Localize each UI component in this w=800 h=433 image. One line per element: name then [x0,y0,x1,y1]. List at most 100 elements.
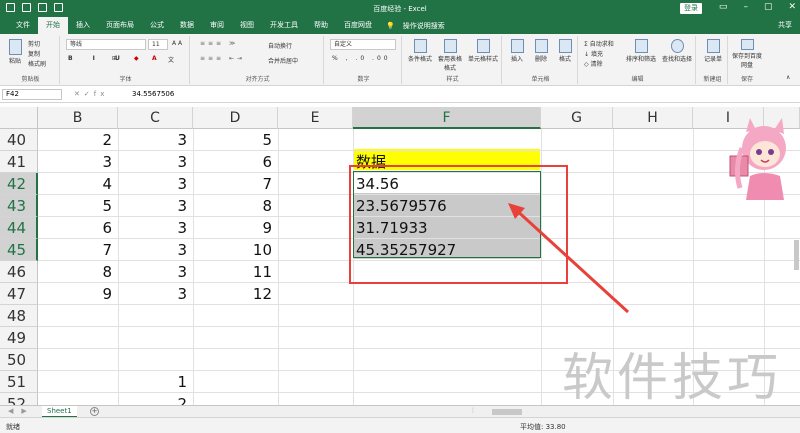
font-size-select[interactable]: 11 [148,39,168,50]
row-header[interactable]: 41 [0,151,38,173]
cell-b42[interactable]: 4 [38,173,118,195]
row-header[interactable]: 43 [0,195,38,217]
select-all-corner[interactable] [0,107,38,129]
cell-d44[interactable]: 9 [193,217,278,239]
wrap-text-button[interactable]: 自动换行 [268,41,292,50]
tab-formulas[interactable]: 公式 [142,17,172,34]
cell-b43[interactable]: 5 [38,195,118,217]
phonetic-icon[interactable]: 文 [168,55,174,64]
cut-button[interactable]: 剪切 [28,39,40,48]
row-header[interactable]: 48 [0,305,38,327]
collapse-ribbon-icon[interactable]: ∧ [786,74,790,81]
column-header-e[interactable]: E [278,107,353,129]
number-format-select[interactable]: 自定义 [330,39,396,50]
cell-d45[interactable]: 10 [193,239,278,261]
format-cells-button[interactable]: 格式 [554,39,576,63]
tab-review[interactable]: 审阅 [202,17,232,34]
borders-icon[interactable]: ⊞ [112,55,117,62]
ribbon-options-icon[interactable]: ▭ [719,2,728,12]
number-format-icons[interactable]: % , .0 .00 [332,55,391,62]
column-header-c[interactable]: C [118,107,193,129]
tab-file[interactable]: 文件 [8,17,38,34]
cell-styles-button[interactable]: 单元格样式 [466,39,500,63]
clear-button[interactable]: ◇ 清除 [584,59,603,68]
table-format-button[interactable]: 套用表格格式 [436,39,464,72]
column-header-b[interactable]: B [38,107,118,129]
row-header[interactable]: 49 [0,327,38,349]
font-name-select[interactable]: 等线 [66,39,146,50]
format-painter-button[interactable]: 格式刷 [28,59,46,68]
font-color-button-icon[interactable]: A [152,55,157,62]
name-box[interactable]: F42 [2,89,62,100]
formula-input[interactable]: 34.5567506 [132,90,174,98]
row-header[interactable]: 42 [0,173,38,195]
horizontal-scrollbar[interactable] [492,409,522,415]
close-icon[interactable]: ✕ [788,2,796,12]
save-to-baidu-button[interactable]: 保存到百度网盘 [730,39,764,69]
cell-b45[interactable]: 7 [38,239,118,261]
vertical-align-icons[interactable]: ≡≡≡ ≫ [200,40,238,47]
tab-baidu-disk[interactable]: 百度网盘 [336,17,380,34]
tab-developer[interactable]: 开发工具 [262,17,306,34]
autosum-button[interactable]: Σ 自动求和 [584,39,614,48]
cell-b46[interactable]: 8 [38,261,118,283]
delete-cells-button[interactable]: 删除 [530,39,552,63]
copy-button[interactable]: 复制 [28,49,40,58]
column-header-g[interactable]: G [541,107,613,129]
column-header-h[interactable]: H [613,107,693,129]
fill-color-icon[interactable]: ◆ [134,55,139,62]
sheet-nav-arrows[interactable]: ◀▶ [8,407,35,415]
cell-b44[interactable]: 6 [38,217,118,239]
paste-button[interactable]: 粘贴 [6,39,24,65]
row-header[interactable]: 50 [0,349,38,371]
cell-d40[interactable]: 5 [193,129,278,151]
column-header-d[interactable]: D [193,107,278,129]
minimize-icon[interactable]: – [743,2,748,12]
cell-c42[interactable]: 3 [118,173,193,195]
cell-c41[interactable]: 3 [118,151,193,173]
row-header[interactable]: 45 [0,239,38,261]
tab-help[interactable]: 帮助 [306,17,336,34]
fill-button[interactable]: ↓ 填充 [584,49,603,58]
row-header[interactable]: 44 [0,217,38,239]
cell-c40[interactable]: 3 [118,129,193,151]
row-header[interactable]: 40 [0,129,38,151]
tab-page-layout[interactable]: 页面布局 [98,17,142,34]
cell-d43[interactable]: 8 [193,195,278,217]
cell-d46[interactable]: 11 [193,261,278,283]
tab-split-icon[interactable]: ⋮ [470,407,476,414]
login-button[interactable]: 登录 [680,3,702,14]
row-header[interactable]: 47 [0,283,38,305]
insert-cells-button[interactable]: 插入 [506,39,528,63]
vertical-scrollbar[interactable] [794,240,799,270]
cell-c46[interactable]: 3 [118,261,193,283]
cell-c45[interactable]: 3 [118,239,193,261]
tab-view[interactable]: 视图 [232,17,262,34]
tell-me-search[interactable]: 操作说明搜索 [395,21,445,31]
tab-data[interactable]: 数据 [172,17,202,34]
font-style-buttons[interactable]: B I U [68,55,129,62]
find-select-button[interactable]: 查找和选择 [660,39,694,63]
cell-b47[interactable]: 9 [38,283,118,305]
sort-filter-button[interactable]: 排序和筛选 [624,39,658,63]
merge-center-button[interactable]: 合并后居中 [268,56,298,65]
row-header[interactable]: 51 [0,371,38,393]
tab-insert[interactable]: 插入 [68,17,98,34]
formula-icons[interactable]: ✕✓fx [74,90,108,98]
tab-home[interactable]: 开始 [38,17,68,34]
maximize-icon[interactable]: ▢ [764,2,773,12]
row-header[interactable]: 46 [0,261,38,283]
cell-c44[interactable]: 3 [118,217,193,239]
conditional-format-button[interactable]: 条件格式 [406,39,434,63]
cell-d42[interactable]: 7 [193,173,278,195]
font-grow-icon[interactable]: A A [172,40,182,47]
column-header-f[interactable]: F [353,107,541,129]
cell-d41[interactable]: 6 [193,151,278,173]
cell-c47[interactable]: 3 [118,283,193,305]
cell-c43[interactable]: 3 [118,195,193,217]
horizontal-align-icons[interactable]: ≡≡≡ ⇤⇥ [200,55,245,62]
add-sheet-icon[interactable]: + [90,407,99,416]
record-form-button[interactable]: 记录单 [700,39,726,63]
cell-b41[interactable]: 3 [38,151,118,173]
share-button[interactable]: 共享 [778,17,792,34]
